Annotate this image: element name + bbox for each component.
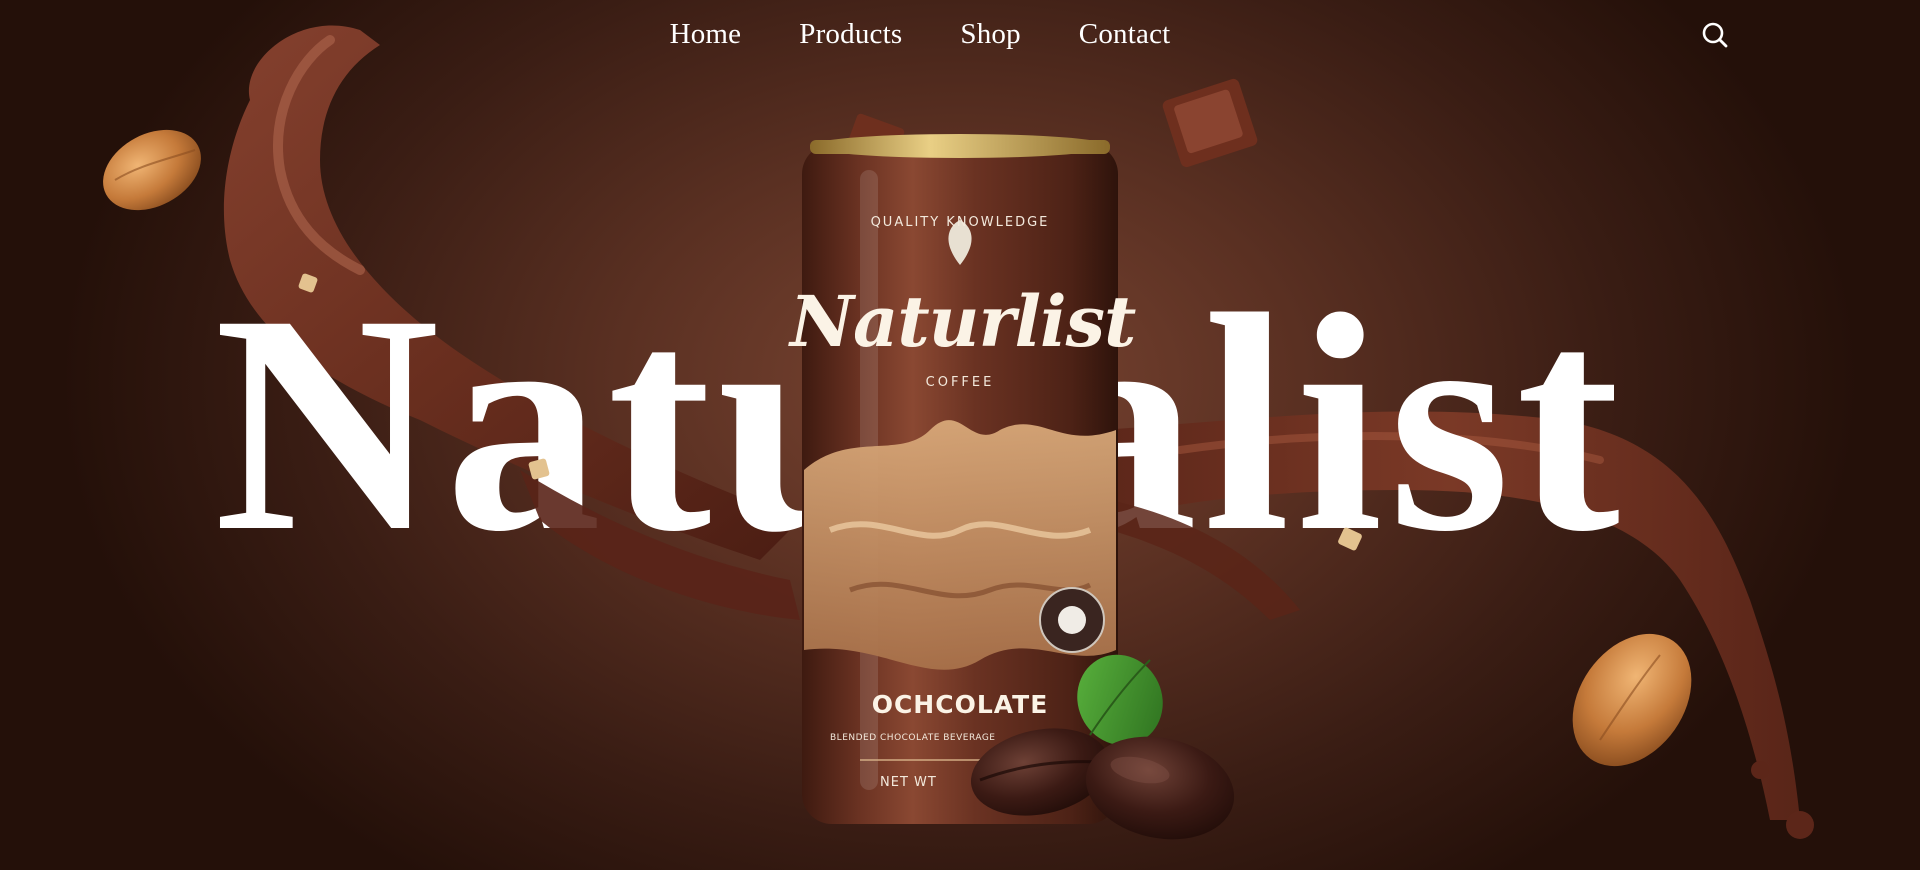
search-button[interactable]	[1700, 20, 1730, 50]
hero-page: Naturalist	[0, 0, 1920, 870]
cocoa-bean-right	[1085, 736, 1235, 840]
top-navigation: Home Products Shop Contact	[0, 0, 1920, 74]
nav-link-shop[interactable]: Shop	[960, 18, 1020, 51]
nav-link-contact[interactable]: Contact	[1079, 18, 1171, 51]
nav-link-home[interactable]: Home	[670, 18, 742, 51]
nav-link-products[interactable]: Products	[799, 18, 902, 51]
search-icon	[1702, 22, 1728, 48]
cocoa-beans	[970, 654, 1235, 840]
nav-links: Home Products Shop Contact	[0, 18, 1880, 51]
